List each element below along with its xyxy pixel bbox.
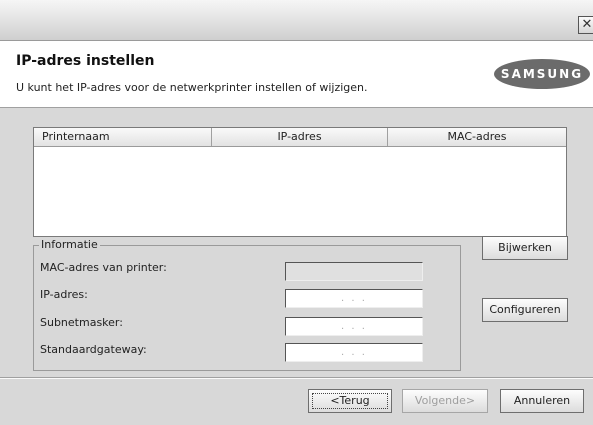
close-icon: ✕	[581, 17, 593, 32]
column-header-mac-address[interactable]: MAC-adres	[388, 128, 566, 146]
close-button[interactable]: ✕	[578, 16, 593, 34]
default-gateway-field[interactable]: . . .	[285, 343, 423, 362]
title-bar: ✕	[0, 0, 593, 41]
focus-rectangle	[312, 393, 388, 409]
printer-list-header: Printernaam IP-adres MAC-adres	[34, 128, 566, 147]
next-button[interactable]: Volgende>	[402, 389, 488, 413]
default-gateway-label: Standaardgateway:	[40, 343, 147, 356]
column-header-ip-address[interactable]: IP-adres	[212, 128, 388, 146]
ip-address-label: IP-adres:	[40, 288, 88, 301]
printer-list[interactable]: Printernaam IP-adres MAC-adres	[33, 127, 567, 237]
ip-address-field[interactable]: . . .	[285, 289, 423, 308]
refresh-button[interactable]: Bijwerken	[482, 236, 568, 260]
information-group: Informatie MAC-adres van printer: IP-adr…	[33, 238, 461, 371]
samsung-logo: SAMSUNG	[494, 59, 590, 89]
information-group-title: Informatie	[39, 238, 100, 251]
wizard-header: IP-adres instellen U kunt het IP-adres v…	[0, 41, 593, 108]
subnet-mask-label: Subnetmasker:	[40, 316, 123, 329]
page-subtitle: U kunt het IP-adres voor de netwerkprint…	[16, 81, 368, 94]
cancel-button[interactable]: Annuleren	[500, 389, 584, 413]
column-header-printer-name[interactable]: Printernaam	[34, 128, 212, 146]
page-title: IP-adres instellen	[16, 53, 155, 69]
footer-separator	[0, 377, 593, 379]
mac-address-label: MAC-adres van printer:	[40, 261, 167, 274]
mac-address-field	[285, 262, 423, 281]
subnet-mask-field[interactable]: . . .	[285, 317, 423, 336]
back-button[interactable]: <Terug	[308, 389, 392, 413]
configure-button[interactable]: Configureren	[482, 298, 568, 322]
